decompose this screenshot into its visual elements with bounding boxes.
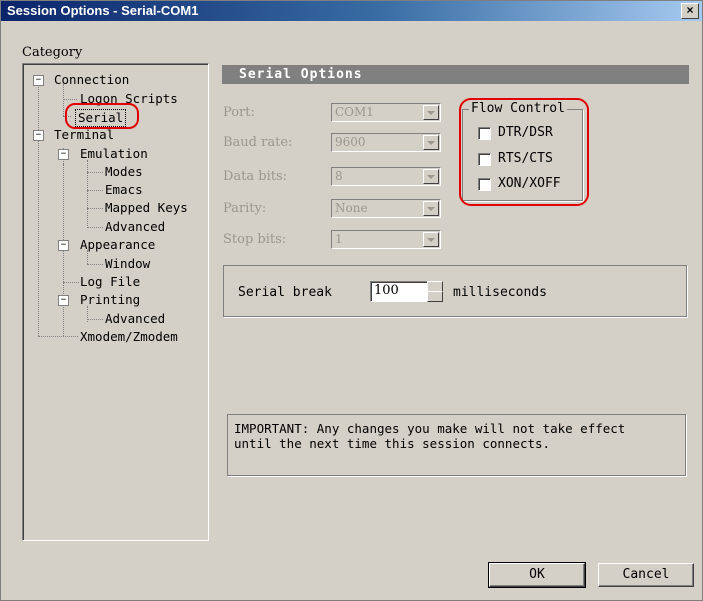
- panel-title: Serial Options: [239, 67, 363, 82]
- category-tree[interactable]: − − − − − Connection Logon Scripts Seria…: [22, 63, 209, 541]
- tree-item-connection[interactable]: Connection: [54, 72, 129, 88]
- close-button[interactable]: ×: [681, 3, 699, 19]
- stop-bits-label: Stop bits:: [223, 232, 287, 247]
- port-dropdown-arrow-icon[interactable]: [423, 105, 439, 120]
- tree-item-terminal[interactable]: Terminal: [54, 127, 114, 143]
- spin-down-icon[interactable]: [427, 291, 443, 302]
- tree-item-printing-advanced[interactable]: Advanced: [105, 311, 165, 327]
- tree-item-emacs[interactable]: Emacs: [105, 182, 143, 198]
- tree-item-advanced[interactable]: Advanced: [105, 219, 165, 235]
- cancel-button[interactable]: Cancel: [598, 563, 694, 587]
- parity-value: None: [335, 201, 368, 215]
- flow-control-highlight-annotation: [459, 98, 589, 206]
- parity-label: Parity:: [223, 201, 267, 216]
- session-options-dialog: Session Options - Serial-COM1 × Category…: [0, 0, 703, 601]
- data-bits-dropdown-arrow-icon[interactable]: [423, 169, 439, 184]
- baud-dropdown-arrow-icon[interactable]: [423, 135, 439, 150]
- important-note-text: IMPORTANT: Any changes you make will not…: [234, 421, 626, 451]
- expander-appearance[interactable]: −: [58, 240, 69, 251]
- title-bar[interactable]: Session Options - Serial-COM1 ×: [1, 1, 702, 21]
- serial-break-label: Serial break: [238, 285, 332, 300]
- expander-terminal[interactable]: −: [33, 130, 44, 141]
- port-label: Port:: [223, 105, 255, 120]
- parity-dropdown-arrow-icon[interactable]: [423, 201, 439, 216]
- serial-break-input[interactable]: 100: [370, 281, 428, 302]
- window-title: Session Options - Serial-COM1: [7, 3, 199, 18]
- port-value: COM1: [335, 105, 374, 119]
- important-note-box: IMPORTANT: Any changes you make will not…: [227, 414, 686, 476]
- port-select[interactable]: COM1: [331, 103, 441, 122]
- tree-item-mapped-keys[interactable]: Mapped Keys: [105, 200, 188, 216]
- data-bits-label: Data bits:: [223, 169, 288, 184]
- serial-break-unit: milliseconds: [453, 285, 547, 300]
- stop-bits-select[interactable]: 1: [331, 230, 441, 249]
- tree-item-log-file[interactable]: Log File: [80, 274, 140, 290]
- data-bits-value: 8: [335, 169, 343, 183]
- parity-select[interactable]: None: [331, 199, 441, 218]
- data-bits-select[interactable]: 8: [331, 167, 441, 186]
- expander-printing[interactable]: −: [58, 295, 69, 306]
- expander-connection[interactable]: −: [33, 75, 44, 86]
- ok-button[interactable]: OK: [488, 562, 586, 588]
- baud-rate-value: 9600: [335, 135, 366, 149]
- tree-item-appearance[interactable]: Appearance: [80, 237, 155, 253]
- stop-bits-dropdown-arrow-icon[interactable]: [423, 232, 439, 247]
- expander-emulation[interactable]: −: [58, 149, 69, 160]
- stop-bits-value: 1: [335, 232, 343, 246]
- baud-rate-select[interactable]: 9600: [331, 133, 441, 152]
- panel-header: Serial Options: [222, 65, 689, 84]
- tree-item-emulation[interactable]: Emulation: [80, 146, 148, 162]
- serial-break-spinner[interactable]: [427, 281, 443, 302]
- tree-item-modes[interactable]: Modes: [105, 164, 143, 180]
- tree-item-printing[interactable]: Printing: [80, 292, 140, 308]
- serial-break-value: 100: [374, 283, 399, 298]
- tree-item-window[interactable]: Window: [105, 256, 150, 272]
- baud-rate-label: Baud rate:: [223, 135, 293, 150]
- category-label: Category: [22, 45, 83, 60]
- tree-item-xmodem-zmodem[interactable]: Xmodem/Zmodem: [80, 329, 178, 345]
- serial-highlight-annotation: [65, 103, 139, 129]
